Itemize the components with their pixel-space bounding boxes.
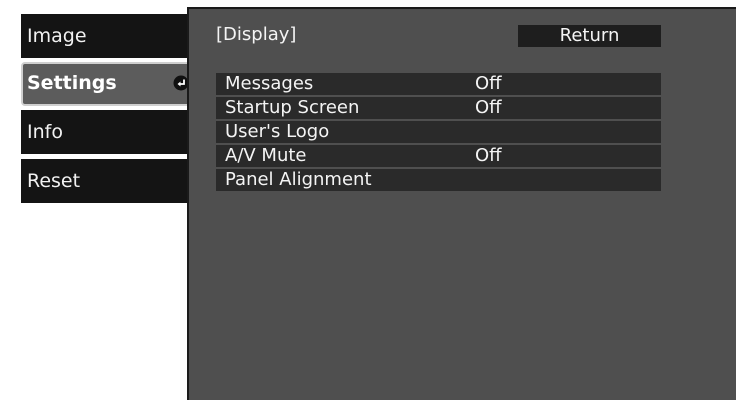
setting-value: Off [475, 145, 502, 166]
setting-label: User's Logo [225, 121, 330, 142]
panel-title: [Display] [216, 24, 297, 45]
setting-row-startup-screen[interactable]: Startup Screen Off [216, 97, 661, 119]
setting-value: Off [475, 97, 502, 118]
setting-value: Off [475, 73, 502, 94]
menu-item-image[interactable]: Image [21, 14, 187, 58]
setting-label: Startup Screen [225, 97, 360, 118]
display-settings-panel: [Display] Return Messages Off Startup Sc… [187, 7, 736, 400]
menu-item-settings[interactable]: Settings [21, 62, 200, 106]
menu-item-label: Reset [27, 170, 81, 192]
setting-row-av-mute[interactable]: A/V Mute Off [216, 145, 661, 167]
menu-item-info[interactable]: Info [21, 110, 187, 154]
setting-row-messages[interactable]: Messages Off [216, 73, 661, 95]
setting-label: A/V Mute [225, 145, 307, 166]
setting-row-users-logo[interactable]: User's Logo [216, 121, 661, 143]
return-button[interactable]: Return [518, 25, 661, 47]
projector-menu-screen: Image Settings Info Reset [Display] Retu… [0, 0, 736, 400]
setting-label: Panel Alignment [225, 169, 372, 190]
menu-item-label: Image [27, 25, 87, 47]
menu-item-label: Info [27, 121, 63, 143]
setting-row-panel-alignment[interactable]: Panel Alignment [216, 169, 661, 191]
menu-item-reset[interactable]: Reset [21, 159, 187, 203]
settings-list: Messages Off Startup Screen Off User's L… [216, 73, 661, 193]
setting-label: Messages [225, 73, 314, 94]
menu-item-label: Settings [27, 72, 117, 94]
